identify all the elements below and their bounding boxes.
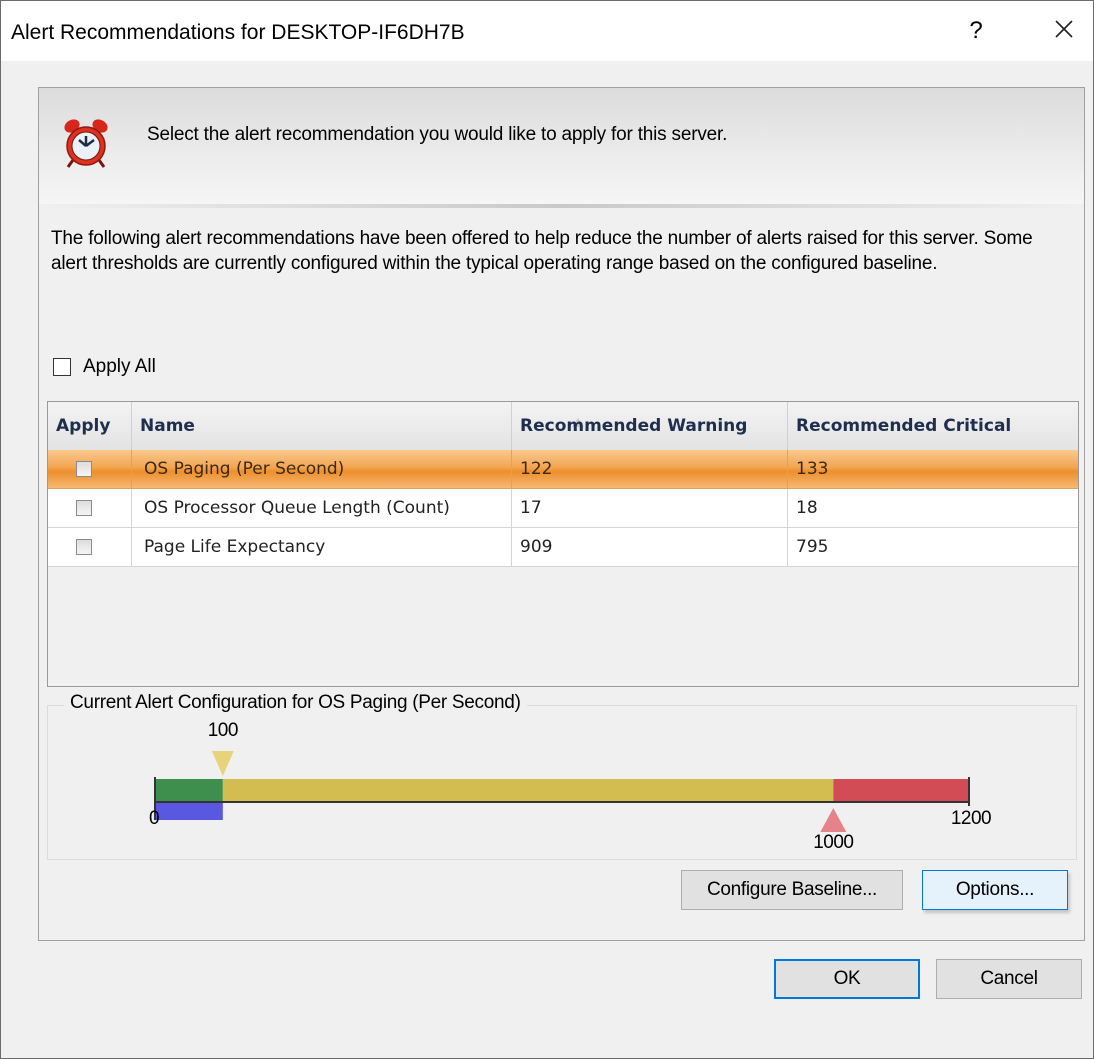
column-header-critical[interactable]: Recommended Critical — [788, 402, 1078, 450]
table-row[interactable]: OS Paging (Per Second) 122 133 — [48, 450, 1078, 489]
options-button[interactable]: Options... — [922, 870, 1068, 910]
recommendations-grid: Apply Name Recommended Warning Recommend… — [47, 401, 1079, 687]
recommendation-panel: Select the alert recommendation you woul… — [38, 87, 1085, 941]
apply-cell — [48, 489, 132, 528]
name-cell: Page Life Expectancy — [132, 528, 512, 567]
min-value-label: 0 — [149, 808, 160, 829]
title-bar: Alert Recommendations for DESKTOP-IF6DH7… — [1, 1, 1093, 61]
configure-baseline-button[interactable]: Configure Baseline... — [681, 870, 903, 910]
warning-cell: 122 — [512, 450, 788, 489]
column-header-apply[interactable]: Apply — [48, 402, 132, 450]
max-value-label: 1200 — [950, 808, 992, 829]
table-row[interactable]: Page Life Expectancy 909 795 — [48, 528, 1078, 567]
apply-cell — [48, 528, 132, 567]
help-button[interactable]: ? — [961, 17, 991, 45]
column-header-name-label: Name — [140, 416, 195, 436]
critical-range-segment — [833, 779, 969, 802]
cancel-button[interactable]: Cancel — [936, 959, 1082, 999]
apply-all-label: Apply All — [83, 356, 156, 377]
threshold-gauge-svg — [154, 751, 970, 832]
name-cell: OS Processor Queue Length (Count) — [132, 489, 512, 528]
banner-instruction: Select the alert recommendation you woul… — [147, 124, 728, 145]
critical-cell: 133 — [788, 450, 1078, 489]
apply-all-checkbox[interactable]: Apply All — [53, 356, 156, 378]
banner: Select the alert recommendation you woul… — [39, 88, 1084, 206]
apply-cell — [48, 450, 132, 489]
row-checkbox[interactable] — [76, 539, 92, 555]
close-icon[interactable] — [1046, 13, 1082, 39]
column-header-name[interactable]: Name — [132, 402, 584, 450]
warning-threshold-label: 100 — [207, 720, 239, 741]
critical-cell: 18 — [788, 489, 1078, 528]
critical-threshold-marker — [820, 808, 847, 832]
warning-threshold-marker — [211, 751, 234, 776]
apply-all-box[interactable] — [53, 358, 71, 376]
baseline-range-bar — [155, 802, 223, 820]
critical-threshold-label: 1000 — [813, 832, 854, 853]
current-alert-configuration-group: Current Alert Configuration for OS Pagin… — [47, 692, 1077, 860]
warning-cell: 17 — [512, 489, 788, 528]
warning-range-segment — [222, 779, 834, 802]
ok-range-segment — [155, 779, 223, 802]
grid-header: Apply Name Recommended Warning Recommend… — [48, 402, 1078, 451]
warning-cell: 909 — [512, 528, 788, 567]
dialog-window: Alert Recommendations for DESKTOP-IF6DH7… — [0, 0, 1094, 1059]
banner-divider — [39, 204, 1084, 208]
ok-button[interactable]: OK — [774, 959, 920, 999]
name-cell: OS Paging (Per Second) — [132, 450, 512, 489]
window-title: Alert Recommendations for DESKTOP-IF6DH7… — [11, 21, 465, 44]
alarm-clock-icon — [64, 119, 108, 168]
row-checkbox[interactable] — [76, 500, 92, 516]
description-text: The following alert recommendations have… — [51, 228, 1033, 274]
row-checkbox[interactable] — [76, 461, 92, 477]
critical-cell: 795 — [788, 528, 1078, 567]
column-header-warning[interactable]: Recommended Warning — [512, 402, 788, 450]
table-row[interactable]: OS Processor Queue Length (Count) 17 18 — [48, 489, 1078, 528]
